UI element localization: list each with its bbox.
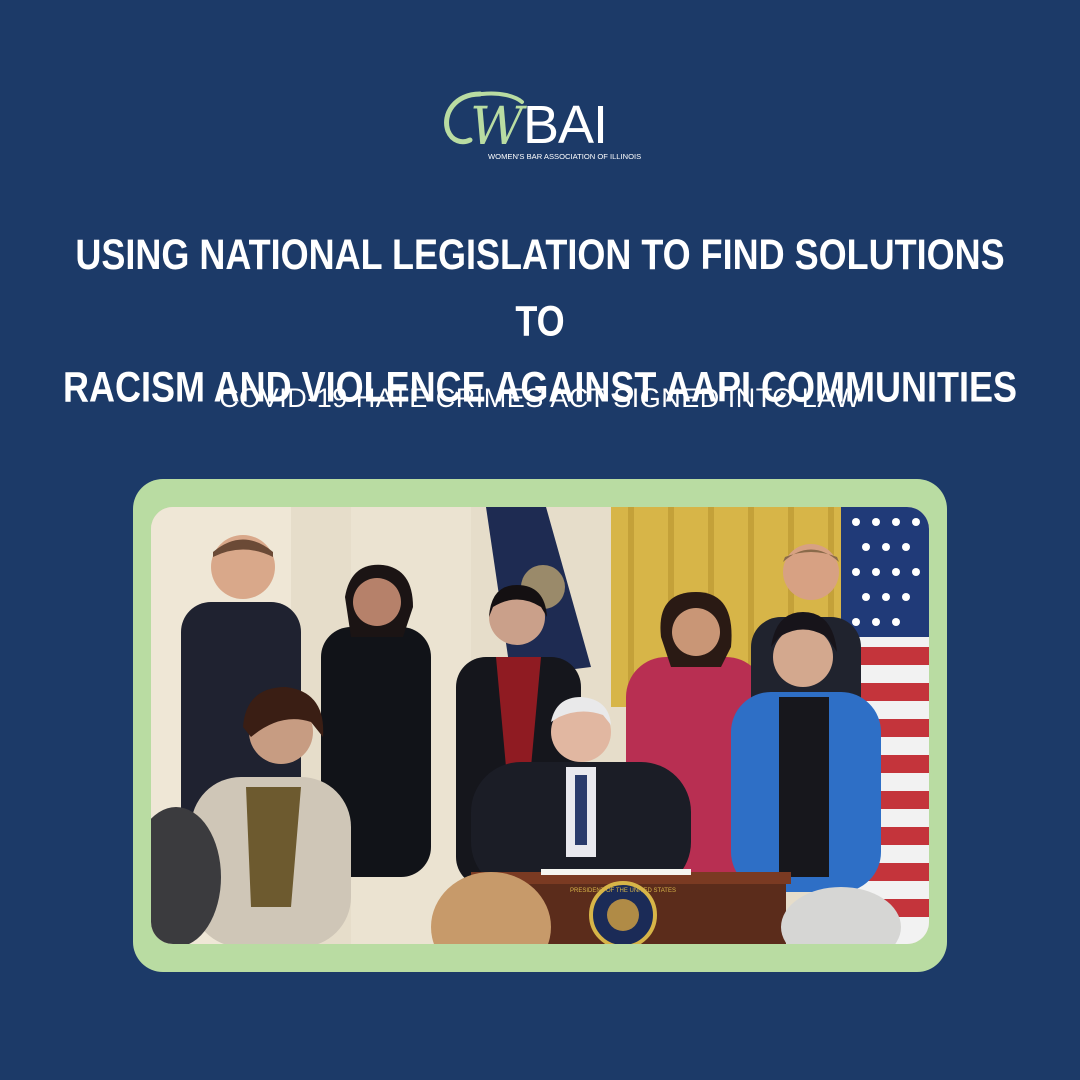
headline-line-1: USING NATIONAL LEGISLATION TO FIND SOLUT… <box>75 230 1005 345</box>
wbai-logo: W BAI WOMEN'S BAR ASSOCIATION OF ILLINOI… <box>440 86 645 166</box>
bill-signing-photo: PRESIDENT OF THE UNITED STATES <box>151 507 929 944</box>
seal-text: PRESIDENT OF THE UNITED STATES <box>570 888 676 894</box>
logo-script-letter: W <box>470 97 527 157</box>
logo-tagline: WOMEN'S BAR ASSOCIATION OF ILLINOIS <box>488 152 641 161</box>
subheadline: COVID-19 HATE CRIMES ACT SIGNED INTO LAW <box>219 383 861 413</box>
wbai-logo-mark: W BAI WOMEN'S BAR ASSOCIATION OF ILLINOI… <box>444 91 641 161</box>
photo-frame: PRESIDENT OF THE UNITED STATES <box>133 479 947 972</box>
bill-signing-illustration: PRESIDENT OF THE UNITED STATES <box>151 507 929 944</box>
logo-letters: BAI <box>523 95 607 155</box>
